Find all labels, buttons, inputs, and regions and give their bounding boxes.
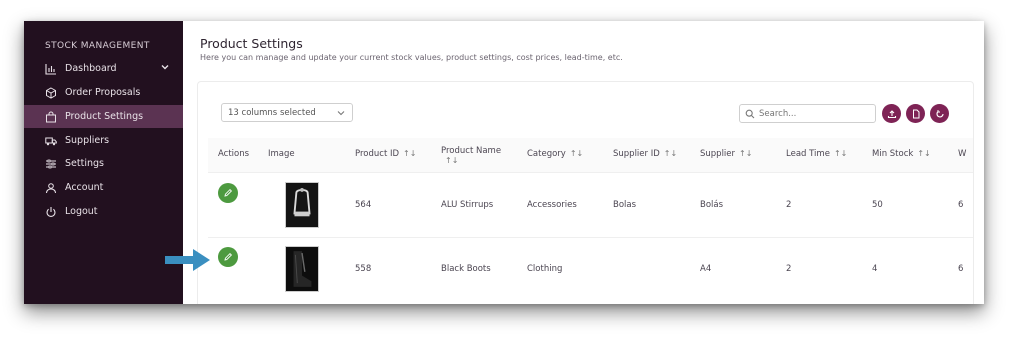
cell-supplier: A4 <box>700 264 712 274</box>
cell-lead-time: 2 <box>786 264 792 274</box>
chevron-down-icon <box>337 111 345 116</box>
search-icon <box>745 109 755 118</box>
sidebar-item-label: Dashboard <box>65 63 117 74</box>
cell-product-name: ALU Stirrups <box>441 200 494 210</box>
pencil-icon <box>224 252 233 261</box>
table-header <box>208 138 973 172</box>
file-icon <box>912 109 919 118</box>
sort-icon[interactable]: ↑↓ <box>664 149 677 158</box>
edit-button[interactable] <box>218 183 238 203</box>
sort-icon[interactable]: ↑↓ <box>739 149 752 158</box>
row-divider <box>208 172 973 173</box>
sort-icon[interactable]: ↑↓ <box>403 149 416 158</box>
page-subtitle: Here you can manage and update your curr… <box>200 53 623 62</box>
sort-icon[interactable]: ↑↓ <box>570 149 583 158</box>
column-header-product-name[interactable]: Product Name ↑↓ <box>441 146 501 166</box>
export-file-button[interactable] <box>906 104 925 123</box>
column-header-category[interactable]: Category ↑↓ <box>527 149 583 159</box>
main-content: Product Settings Here you can manage and… <box>183 21 984 304</box>
row-divider <box>208 237 973 238</box>
shopping-bag-icon <box>45 111 57 123</box>
column-header-supplier-id[interactable]: Supplier ID ↑↓ <box>613 149 677 159</box>
sidebar-item-order-proposals[interactable]: Order Proposals <box>24 81 183 104</box>
cell-truncated: 6 <box>958 200 964 210</box>
column-header-min-stock[interactable]: Min Stock ↑↓ <box>872 149 931 159</box>
column-selector[interactable]: 13 columns selected <box>221 103 353 122</box>
sidebar-heading: STOCK MANAGEMENT <box>45 41 150 51</box>
sidebar-item-label: Product Settings <box>65 111 144 122</box>
cell-category: Accessories <box>527 200 577 210</box>
cell-min-stock: 50 <box>872 200 883 210</box>
column-header-actions: Actions <box>218 149 250 159</box>
column-header-lead-time[interactable]: Lead Time ↑↓ <box>786 149 847 159</box>
cell-category: Clothing <box>527 264 563 274</box>
upload-button[interactable] <box>882 104 901 123</box>
sidebar-item-label: Settings <box>65 158 104 169</box>
sidebar-item-dashboard[interactable]: Dashboard <box>24 57 183 80</box>
pencil-icon <box>224 188 233 197</box>
refresh-icon <box>935 109 944 117</box>
sidebar-item-account[interactable]: Account <box>24 176 183 199</box>
column-header-image: Image <box>268 149 295 159</box>
product-image <box>285 182 319 228</box>
sidebar-item-label: Logout <box>65 206 98 217</box>
sidebar-item-label: Suppliers <box>65 135 110 146</box>
sidebar-item-suppliers[interactable]: Suppliers <box>24 129 183 152</box>
boots-image <box>286 247 318 291</box>
sidebar-item-product-settings[interactable]: Product Settings <box>24 105 183 128</box>
column-selector-value: 13 columns selected <box>228 107 316 118</box>
cell-product-name: Black Boots <box>441 264 491 274</box>
sort-icon[interactable]: ↑↓ <box>445 156 458 165</box>
chevron-down-icon <box>161 65 169 70</box>
truck-icon <box>45 135 57 147</box>
sort-icon[interactable]: ↑↓ <box>917 149 930 158</box>
cell-min-stock: 4 <box>872 264 878 274</box>
sort-icon[interactable]: ↑↓ <box>834 149 847 158</box>
sidebar-item-logout[interactable]: Logout <box>24 200 183 223</box>
search-box[interactable] <box>739 104 876 123</box>
column-header-truncated: W <box>958 149 967 159</box>
cell-product-id: 558 <box>355 264 372 274</box>
page-title: Product Settings <box>200 36 303 51</box>
bar-chart-icon <box>45 63 57 75</box>
search-input[interactable] <box>759 108 869 119</box>
upload-icon <box>887 109 896 118</box>
product-image <box>285 246 319 292</box>
column-header-product-id[interactable]: Product ID ↑↓ <box>355 149 416 159</box>
column-header-supplier[interactable]: Supplier ↑↓ <box>700 149 752 159</box>
sliders-icon <box>45 158 57 170</box>
sidebar-item-label: Order Proposals <box>65 87 141 98</box>
cell-supplier-id: Bolas <box>613 200 637 210</box>
user-icon <box>45 182 57 194</box>
cell-truncated: 6 <box>958 264 964 274</box>
cell-product-id: 564 <box>355 200 372 210</box>
refresh-button[interactable] <box>930 104 949 123</box>
sidebar: STOCK MANAGEMENT Dashboard Order Proposa… <box>24 21 183 304</box>
pointer-arrow-icon <box>165 249 210 271</box>
power-icon <box>45 206 57 218</box>
stirrup-image <box>286 183 318 227</box>
edit-button[interactable] <box>218 247 238 267</box>
cell-lead-time: 2 <box>786 200 792 210</box>
cube-icon <box>45 86 57 99</box>
cell-supplier: Bolás <box>700 200 724 210</box>
sidebar-item-label: Account <box>65 182 104 193</box>
sidebar-item-settings[interactable]: Settings <box>24 152 183 175</box>
